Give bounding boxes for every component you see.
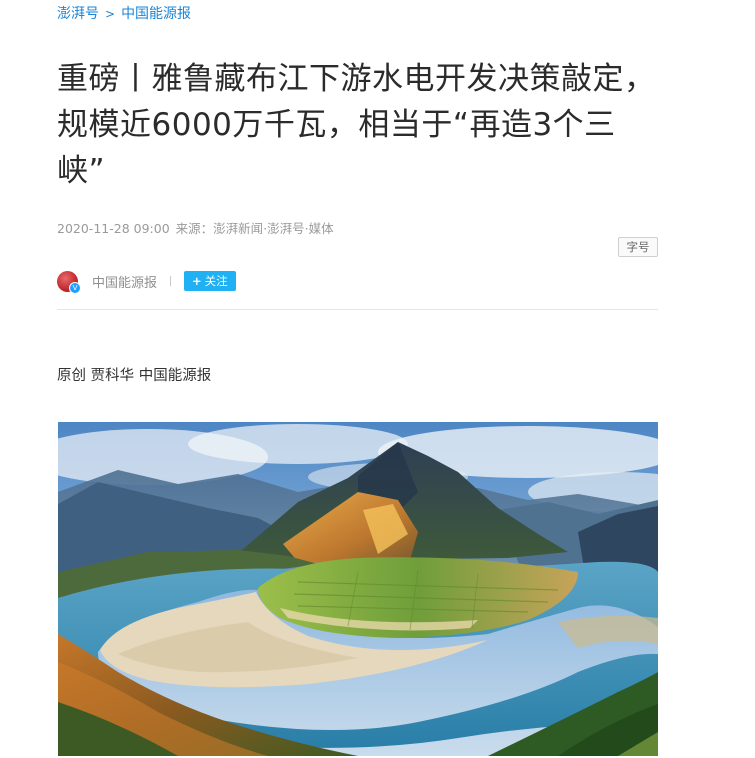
- author-avatar[interactable]: V: [57, 270, 81, 294]
- plus-icon: +: [192, 274, 202, 288]
- follow-label: 关注: [204, 274, 228, 288]
- article-title: 重磅丨雅鲁藏布江下游水电开发决策敲定，规模近6000万千瓦，相当于“再造3个三峡…: [57, 61, 656, 189]
- publish-datetime: 2020-11-28 09:00: [57, 221, 170, 236]
- header-divider: [57, 309, 658, 310]
- source-name: 澎湃新闻·澎湃号·媒体: [213, 221, 334, 236]
- author-divider: [170, 276, 172, 286]
- breadcrumb-home-link[interactable]: 澎湃号: [57, 6, 99, 22]
- author-row: V 中国能源报 + 关注: [57, 270, 236, 294]
- river-landscape-image: [58, 422, 658, 756]
- breadcrumb-separator: >: [105, 7, 116, 21]
- breadcrumb: 澎湃号 > 中国能源报: [57, 4, 191, 24]
- font-size-button[interactable]: 字号: [618, 237, 658, 257]
- article-meta: 2020-11-28 09:00 来源：澎湃新闻·澎湃号·媒体: [57, 220, 334, 238]
- article-photo: [58, 422, 658, 756]
- article-byline: 原创 贾科华 中国能源报: [57, 368, 212, 384]
- source-label: 来源：: [175, 221, 214, 236]
- breadcrumb-channel-link[interactable]: 中国能源报: [121, 6, 191, 22]
- follow-button[interactable]: + 关注: [184, 271, 236, 291]
- verified-badge-icon: V: [69, 281, 81, 294]
- author-name[interactable]: 中国能源报: [92, 272, 157, 291]
